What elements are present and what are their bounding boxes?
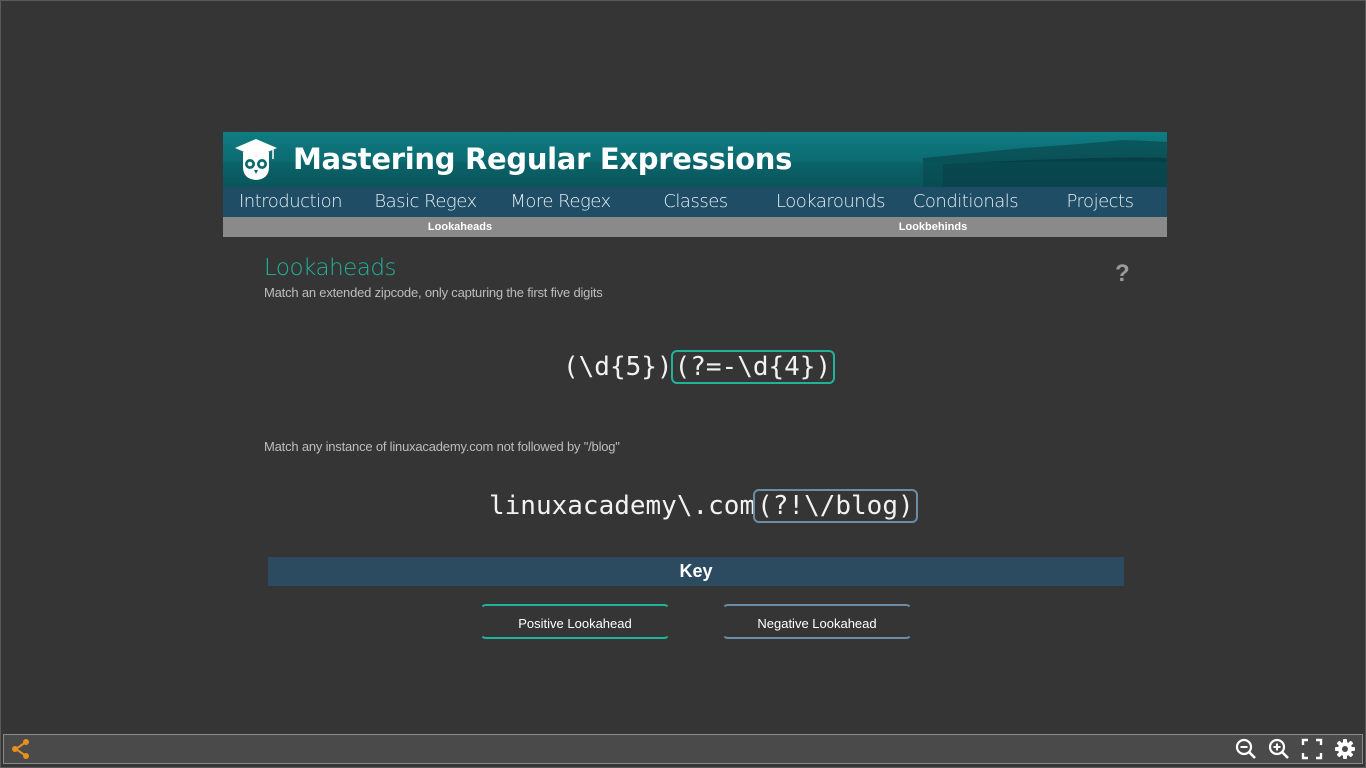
course-title: Mastering Regular Expressions <box>293 142 793 176</box>
regex-example-2: linuxacademy\.com(?!\/blog) <box>489 489 918 523</box>
zoom-in-icon[interactable] <box>1268 738 1290 760</box>
key-header: Key <box>268 557 1124 586</box>
nav-item-basic-regex[interactable]: Basic Regex <box>358 187 493 217</box>
subnav-item-lookaheads[interactable]: Lookaheads <box>428 217 492 237</box>
sub-nav: Lookaheads Lookbehinds <box>223 217 1167 237</box>
negative-lookahead-highlight: (?!\/blog) <box>753 489 918 523</box>
help-button[interactable]: ? <box>1115 260 1130 288</box>
zoom-out-icon[interactable] <box>1235 738 1257 760</box>
example2-description: Match any instance of linuxacademy.com n… <box>264 439 620 454</box>
positive-lookahead-highlight: (?=-\d{4}) <box>670 350 836 384</box>
regex-example-1: (\d{5})(?=-\d{4}) <box>563 350 836 384</box>
page-title: Lookaheads <box>264 255 396 281</box>
owl-graduation-cap-logo <box>235 139 277 180</box>
regex-example-2-plain: linuxacademy\.com <box>489 491 756 521</box>
settings-icon[interactable] <box>1334 738 1356 760</box>
nav-item-projects[interactable]: Projects <box>1033 187 1167 217</box>
main-nav: Introduction Basic Regex More Regex Clas… <box>223 187 1167 217</box>
slide: Mastering Regular Expressions Introducti… <box>223 132 1167 652</box>
nav-item-more-regex[interactable]: More Regex <box>493 187 628 217</box>
key-negative-lookahead: Negative Lookahead <box>722 604 912 639</box>
subnav-item-lookbehinds[interactable]: Lookbehinds <box>899 217 967 237</box>
banner: Mastering Regular Expressions <box>223 132 1167 187</box>
player-toolbar <box>3 734 1363 764</box>
nav-item-classes[interactable]: Classes <box>628 187 763 217</box>
regex-example-1-plain: (\d{5}) <box>563 352 673 382</box>
fullscreen-icon[interactable] <box>1301 738 1323 760</box>
share-icon[interactable] <box>10 738 32 760</box>
nav-item-introduction[interactable]: Introduction <box>223 187 358 217</box>
nav-item-conditionals[interactable]: Conditionals <box>898 187 1033 217</box>
example1-description: Match an extended zipcode, only capturin… <box>264 285 603 300</box>
nav-item-lookarounds[interactable]: Lookarounds <box>763 187 898 217</box>
key-positive-lookahead: Positive Lookahead <box>480 604 670 639</box>
